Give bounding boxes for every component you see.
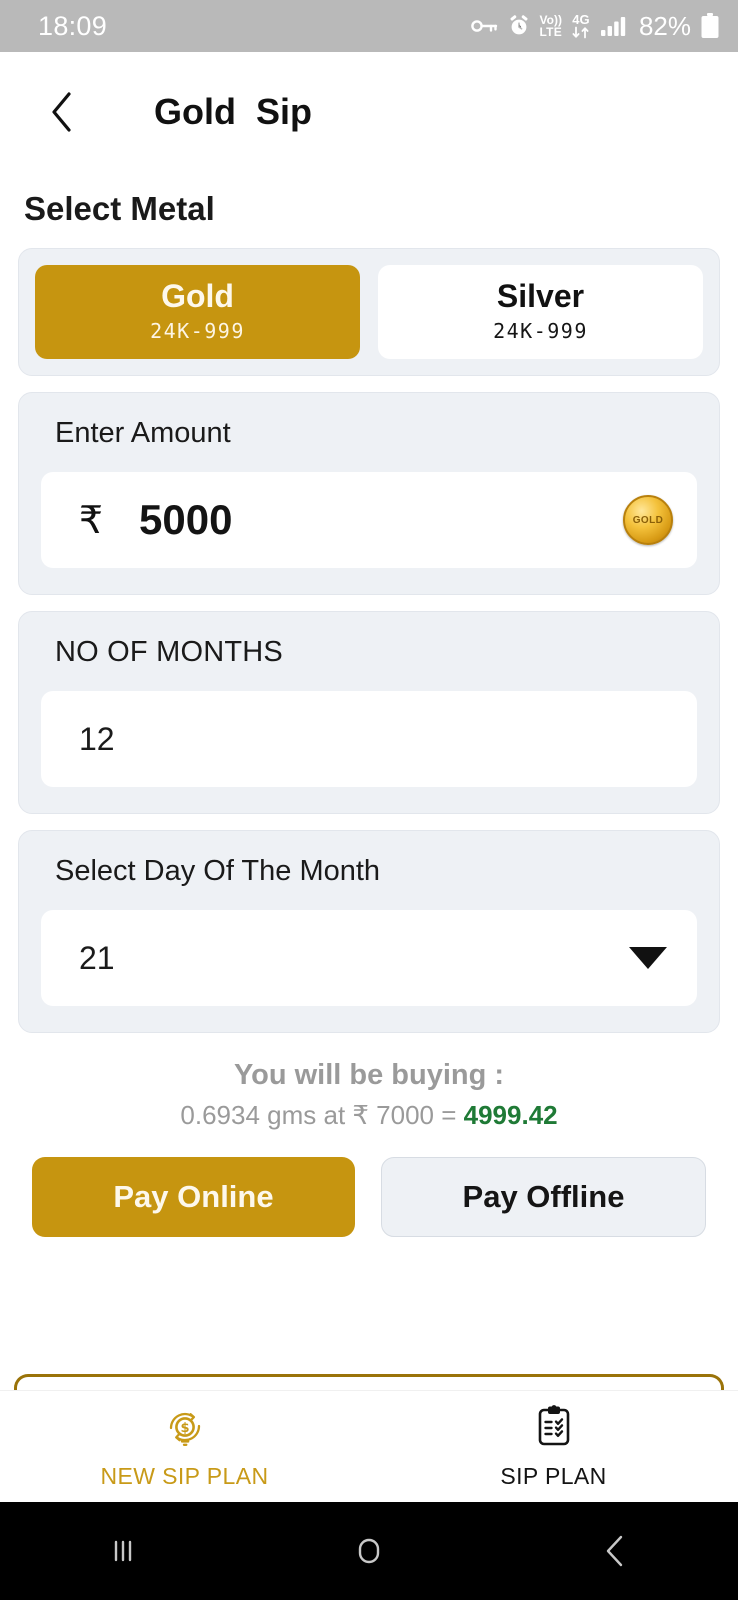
recents-icon bbox=[114, 1540, 132, 1562]
purchase-summary: You will be buying : 0.6934 gms at ₹ 700… bbox=[18, 1059, 720, 1131]
gold-coin-icon-text: GOLD bbox=[632, 514, 664, 526]
tab-sip-plan[interactable]: SIP PLAN bbox=[369, 1404, 738, 1490]
status-clock: 18:09 bbox=[38, 10, 108, 41]
battery-icon bbox=[700, 13, 720, 39]
months-input[interactable]: 12 bbox=[41, 691, 697, 788]
signal-bars-icon bbox=[600, 15, 628, 37]
key-icon bbox=[470, 17, 498, 35]
back-icon bbox=[606, 1535, 623, 1567]
amount-card: Enter Amount ₹ 5000 GOLD bbox=[18, 392, 720, 596]
gold-coin-icon: GOLD bbox=[623, 495, 673, 546]
android-navigation-bar bbox=[0, 1502, 738, 1600]
rupee-symbol-icon: ₹ bbox=[78, 499, 104, 542]
metal-selector: Gold 24K-999 Silver 24K-999 bbox=[18, 248, 720, 377]
metal-option-gold-purity: 24K-999 bbox=[150, 319, 245, 344]
home-button[interactable] bbox=[246, 1533, 492, 1569]
status-icon-group: Vo)) LTE 4G 82% bbox=[470, 11, 720, 42]
section-title-select-metal: Select Metal bbox=[24, 190, 215, 227]
main-content: Select Metal Gold 24K-999 Silver 24K-999… bbox=[0, 172, 738, 1390]
page-title: Gold Sip bbox=[154, 91, 312, 132]
coin-refresh-icon: $ bbox=[162, 1404, 208, 1455]
pay-offline-button[interactable]: Pay Offline bbox=[381, 1157, 706, 1238]
back-nav-button[interactable] bbox=[492, 1533, 738, 1569]
chevron-left-icon bbox=[52, 92, 71, 132]
months-label: NO OF MONTHS bbox=[55, 636, 283, 669]
summary-heading: You will be buying : bbox=[233, 1059, 505, 1092]
status-bar: 18:09 Vo)) LTE 4G 82% bbox=[0, 0, 738, 52]
svg-text:$: $ bbox=[180, 1421, 189, 1436]
months-value: 12 bbox=[79, 720, 115, 757]
metal-option-silver-purity: 24K-999 bbox=[493, 319, 588, 344]
alarm-icon bbox=[507, 14, 531, 38]
clipboard-check-icon bbox=[534, 1404, 574, 1455]
4g-data-icon: 4G bbox=[571, 13, 591, 40]
caret-down-icon[interactable] bbox=[629, 947, 667, 970]
months-card: NO OF MONTHS 12 bbox=[18, 611, 720, 815]
app-header: Gold Sip bbox=[0, 52, 738, 172]
home-icon bbox=[358, 1538, 380, 1564]
tab-sip-plan-label: SIP PLAN bbox=[500, 1462, 607, 1489]
summary-total: 4999.42 bbox=[463, 1100, 558, 1131]
amount-value: 5000 bbox=[139, 496, 233, 544]
payment-actions: Pay Online Pay Offline bbox=[18, 1157, 720, 1238]
pay-online-button[interactable]: Pay Online bbox=[32, 1157, 355, 1238]
summary-detail-prefix: 0.6934 gms at ₹ 7000 = bbox=[180, 1100, 464, 1131]
day-of-month-value: 21 bbox=[79, 939, 115, 976]
battery-percent-label: 82% bbox=[638, 10, 691, 41]
day-of-month-label: Select Day Of The Month bbox=[55, 855, 381, 888]
amount-input[interactable]: ₹ 5000 GOLD bbox=[41, 472, 697, 569]
partially-visible-card[interactable] bbox=[14, 1374, 724, 1390]
day-of-month-card: Select Day Of The Month 21 bbox=[18, 830, 720, 1034]
phone-screen: 18:09 Vo)) LTE 4G 82% Gold Sip Select Me… bbox=[0, 0, 738, 1600]
recents-button[interactable] bbox=[0, 1534, 246, 1568]
back-button[interactable] bbox=[40, 90, 84, 134]
metal-option-silver[interactable]: Silver 24K-999 bbox=[378, 265, 703, 360]
day-of-month-select[interactable]: 21 bbox=[41, 910, 697, 1007]
summary-detail: 0.6934 gms at ₹ 7000 = 4999.42 bbox=[18, 1100, 720, 1131]
tab-new-sip-plan-label: NEW SIP PLAN bbox=[100, 1462, 269, 1489]
volte-icon: Vo)) LTE bbox=[539, 13, 562, 39]
bottom-tab-bar: $ NEW SIP PLAN SIP PLAN bbox=[0, 1390, 738, 1502]
metal-option-silver-name: Silver bbox=[496, 278, 585, 314]
amount-label: Enter Amount bbox=[55, 417, 231, 450]
metal-option-gold[interactable]: Gold 24K-999 bbox=[35, 265, 360, 360]
tab-new-sip-plan[interactable]: $ NEW SIP PLAN bbox=[0, 1404, 369, 1490]
metal-option-gold-name: Gold bbox=[161, 278, 234, 314]
